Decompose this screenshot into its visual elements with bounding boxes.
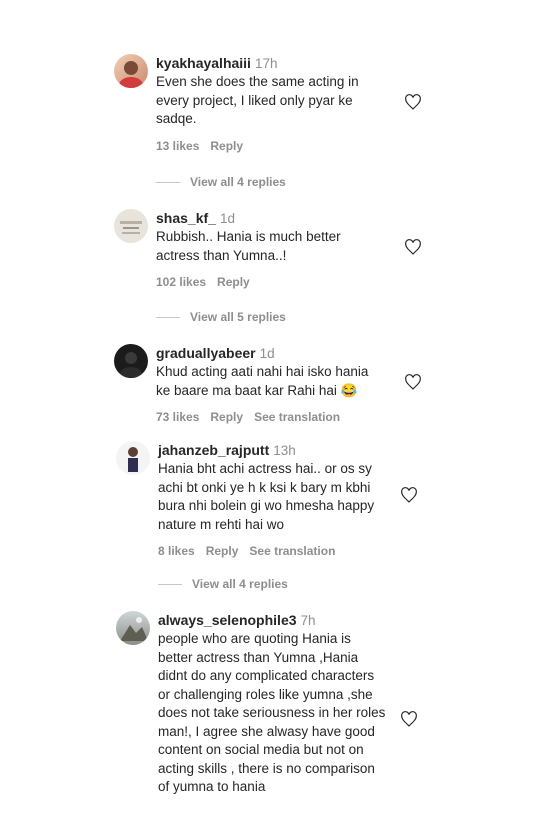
username[interactable]: kyakhayalhaiii: [156, 55, 251, 71]
comment: jahanzeb_rajputt 13h Hania bht achi actre…: [110, 441, 420, 566]
timestamp[interactable]: 1d: [260, 346, 275, 361]
comment: shas_kf_ 1d Rubbish.. Hania is much bette…: [108, 209, 421, 299]
likes-count[interactable]: 8 likes: [158, 544, 195, 558]
heart-icon[interactable]: [404, 94, 422, 110]
avatar-image-icon: [120, 617, 148, 641]
username[interactable]: shas_kf_: [156, 210, 216, 226]
comment-text: people who are quoting Hania is better a…: [158, 631, 386, 794]
comment: graduallyabeer 1d Khud acting aati nahi h…: [108, 344, 421, 429]
reply-button[interactable]: Reply: [206, 544, 239, 558]
view-replies-label: View all 4 replies: [190, 175, 286, 189]
divider-line: [156, 182, 180, 184]
reply-button[interactable]: Reply: [217, 275, 250, 289]
avatar[interactable]: [114, 209, 148, 243]
username[interactable]: jahanzeb_rajputt: [158, 442, 269, 458]
view-replies-label: View all 4 replies: [192, 577, 288, 591]
avatar[interactable]: [114, 344, 148, 378]
avatar[interactable]: [116, 611, 150, 645]
comment-text: Hania bht achi actress hai.. or os sy ac…: [158, 461, 375, 532]
avatar-image-icon: [119, 61, 143, 88]
see-translation-button[interactable]: See translation: [254, 410, 340, 424]
heart-icon[interactable]: [400, 487, 418, 503]
see-translation-button[interactable]: See translation: [249, 544, 335, 558]
divider-line: [156, 317, 180, 319]
reply-button[interactable]: Reply: [210, 410, 243, 424]
timestamp[interactable]: 7h: [301, 613, 316, 628]
heart-icon[interactable]: [400, 711, 418, 727]
reply-button[interactable]: Reply: [210, 139, 243, 153]
username[interactable]: always_selenophile3: [158, 612, 297, 628]
comment: kyakhayalhaiii 17h Even she does the same…: [108, 54, 421, 164]
avatar-image-icon: [120, 352, 142, 378]
username[interactable]: graduallyabeer: [156, 345, 256, 361]
comment-text: Khud acting aati nahi hai isko hania ke …: [156, 364, 369, 398]
timestamp[interactable]: 17h: [255, 56, 278, 71]
avatar-image-icon: [120, 221, 142, 234]
comment: always_selenophile3 7h people who are quo…: [110, 611, 420, 816]
likes-count[interactable]: 102 likes: [156, 275, 206, 289]
view-replies-label: View all 5 replies: [190, 310, 286, 324]
avatar-image-icon: [128, 447, 138, 472]
heart-icon[interactable]: [404, 374, 422, 390]
comment-text: Even she does the same acting in every p…: [156, 74, 359, 126]
likes-count[interactable]: 13 likes: [156, 139, 199, 153]
divider-line: [158, 584, 182, 586]
timestamp[interactable]: 13h: [273, 443, 296, 458]
likes-count[interactable]: 73 likes: [156, 410, 199, 424]
view-replies-button[interactable]: View all 4 replies: [158, 577, 288, 591]
comment-text: Rubbish.. Hania is much better actress t…: [156, 229, 341, 263]
avatar[interactable]: [116, 441, 150, 475]
view-replies-button[interactable]: View all 4 replies: [156, 175, 286, 189]
heart-icon[interactable]: [404, 239, 422, 255]
timestamp[interactable]: 1d: [220, 211, 235, 226]
avatar[interactable]: [114, 54, 148, 88]
view-replies-button[interactable]: View all 5 replies: [156, 310, 286, 324]
